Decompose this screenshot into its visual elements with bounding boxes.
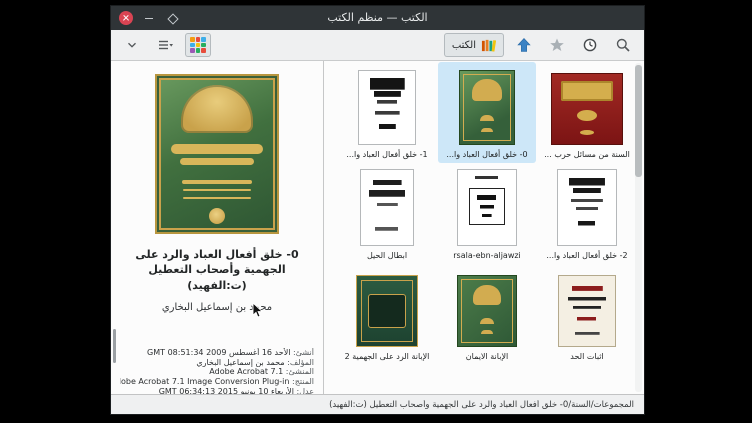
grid-view-icon — [190, 37, 206, 53]
grid-view-button[interactable] — [185, 33, 211, 57]
search-button[interactable] — [610, 33, 636, 57]
content-area: السنة من مسائل حرب ... 0- خلق أفعال العب… — [111, 61, 644, 394]
go-up-button[interactable] — [511, 33, 537, 57]
metadata-row: المنتج: Adobe Acrobat 7.1 Image Conversi… — [120, 377, 314, 387]
book-title: 2- خلق أفعال العباد وا... — [546, 250, 627, 262]
metadata-row: المنشئ: Adobe Acrobat 7.1 — [120, 367, 314, 377]
book-title: 0- خلق أفعال العباد وا... — [446, 149, 527, 161]
book-item-selected[interactable]: 0- خلق أفعال العباد وا... — [438, 62, 536, 163]
minimize-button[interactable] — [142, 11, 156, 25]
book-item[interactable]: 1- خلق أفعال العباد وا... — [338, 62, 436, 163]
books-grid-panel: السنة من مسائل حرب ... 0- خلق أفعال العب… — [323, 61, 644, 394]
book-item[interactable]: السنة من مسائل حرب ... — [538, 62, 636, 163]
maximize-button[interactable] — [165, 11, 179, 25]
book-title: اثبات الحد — [570, 351, 603, 363]
book-item[interactable]: rsala-ebn-aljawzi — [438, 163, 536, 264]
up-arrow-icon — [516, 37, 532, 53]
books-grid: السنة من مسائل حرب ... 0- خلق أفعال العب… — [324, 61, 644, 365]
book-cover — [558, 275, 616, 347]
recent-button[interactable] — [577, 33, 603, 57]
book-item[interactable]: الإبانة الرد على الجهمية 2 — [338, 264, 436, 365]
breadcrumb-path: المجموعات/السنة/0- خلق أفعال العباد والر… — [329, 400, 634, 410]
details-panel: 0- خلق أفعال العباد والرد على الجهمية وأ… — [111, 61, 323, 394]
details-scrollbar[interactable] — [113, 329, 116, 363]
book-item[interactable]: ابطال الحيل — [338, 163, 436, 264]
favorites-button[interactable] — [544, 33, 570, 57]
cover-ornament-lines — [182, 180, 252, 184]
metadata-row: عدل: الأربعاء 10 يونيو 2015 06:34:13 GMT — [120, 387, 314, 394]
list-view-menu-icon — [157, 37, 174, 53]
book-title: 1- خلق أفعال العباد وا... — [346, 149, 427, 161]
view-options-button[interactable] — [152, 33, 178, 57]
books-icon — [481, 38, 496, 53]
close-button[interactable] — [119, 11, 133, 25]
toolbar: الكتب — [111, 30, 644, 61]
window-title: الكتب — منظم الكتب — [111, 6, 644, 30]
book-title: الإبانة الرد على الجهمية 2 — [345, 351, 430, 363]
star-icon — [549, 37, 565, 53]
book-title: الإبانة الايمان — [466, 351, 508, 363]
titlebar[interactable]: الكتب — منظم الكتب — [111, 6, 644, 30]
book-cover — [356, 275, 418, 347]
cover-ornament-seal — [209, 208, 225, 224]
metadata-row: أنشئ: الأحد 16 أغسطس 2009 08:51:34 GMT — [120, 348, 314, 358]
book-cover — [557, 169, 617, 246]
book-cover — [459, 70, 515, 145]
chevron-down-icon — [125, 38, 139, 52]
book-item[interactable]: اثبات الحد — [538, 264, 636, 365]
book-cover — [358, 70, 416, 145]
book-title: السنة من مسائل حرب ... — [544, 149, 630, 161]
selected-book-title: 0- خلق أفعال العباد والرد على الجهمية وأ… — [123, 247, 311, 293]
book-cover — [457, 169, 517, 246]
grid-scrollbar-thumb[interactable] — [635, 65, 642, 177]
book-item[interactable]: 2- خلق أفعال العباد وا... — [538, 163, 636, 264]
book-title: ابطال الحيل — [367, 250, 407, 262]
status-bar: المجموعات/السنة/0- خلق أفعال العباد والر… — [111, 394, 644, 414]
metadata-row: المؤلف: محمد بن إسماعيل البخاري — [120, 358, 314, 368]
cover-ornament-title — [171, 144, 263, 154]
selected-book-cover — [155, 74, 279, 234]
book-cover — [360, 169, 414, 246]
grid-scrollbar[interactable] — [635, 63, 642, 392]
book-cover — [551, 73, 623, 145]
metadata-list: أنشئ: الأحد 16 أغسطس 2009 08:51:34 GMT ا… — [111, 348, 323, 394]
book-cover — [457, 275, 517, 347]
books-button-label: الكتب — [452, 40, 476, 51]
book-item[interactable]: الإبانة الايمان — [438, 264, 536, 365]
search-icon — [615, 37, 631, 53]
cover-ornament-dome — [181, 85, 253, 133]
app-window: الكتب — منظم الكتب الكتب — [110, 5, 645, 415]
book-title: rsala-ebn-aljawzi — [453, 250, 521, 262]
collapse-panel-button[interactable] — [119, 33, 145, 57]
clock-icon — [582, 37, 598, 53]
screen: الكتب — منظم الكتب الكتب — [0, 0, 752, 423]
selected-book-author: محمد بن إسماعيل البخاري — [111, 302, 323, 313]
mouse-cursor — [252, 302, 264, 320]
books-filter-button[interactable]: الكتب — [444, 33, 504, 57]
